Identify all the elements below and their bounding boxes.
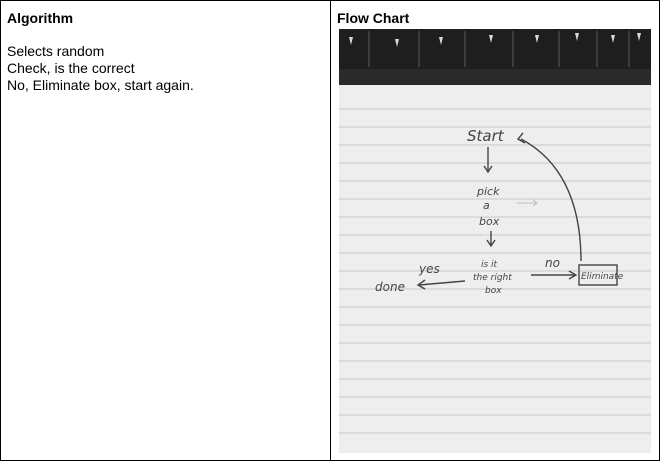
algorithm-step-2: Check, is the correct <box>7 60 135 76</box>
algorithm-step-1: Selects random <box>7 43 105 59</box>
eliminate-label: Eliminate <box>581 272 624 282</box>
question-label-3: box <box>485 286 502 296</box>
pick-label-3: box <box>479 215 500 228</box>
document-table: Algorithm Selects random Check, is the c… <box>0 0 660 461</box>
keyboard-background <box>339 29 651 85</box>
no-label: no <box>545 256 560 270</box>
flowchart-photo: Start pick a box is it the right box yes… <box>339 29 651 453</box>
question-label-2: the right <box>473 273 512 283</box>
yes-label: yes <box>418 262 440 276</box>
flowchart-cell: Flow Chart Start pick a box is it the ri… <box>331 1 659 460</box>
done-label: done <box>375 280 405 294</box>
algorithm-cell: Algorithm Selects random Check, is the c… <box>1 1 331 460</box>
flowchart-heading: Flow Chart <box>337 10 410 26</box>
pick-label-1: pick <box>476 185 500 198</box>
start-label: Start <box>467 127 505 145</box>
question-label-1: is it <box>481 260 498 270</box>
pick-label-2: a <box>483 199 490 212</box>
algorithm-heading: Algorithm <box>7 10 74 26</box>
algorithm-step-3: No, Eliminate box, start again. <box>7 77 194 93</box>
